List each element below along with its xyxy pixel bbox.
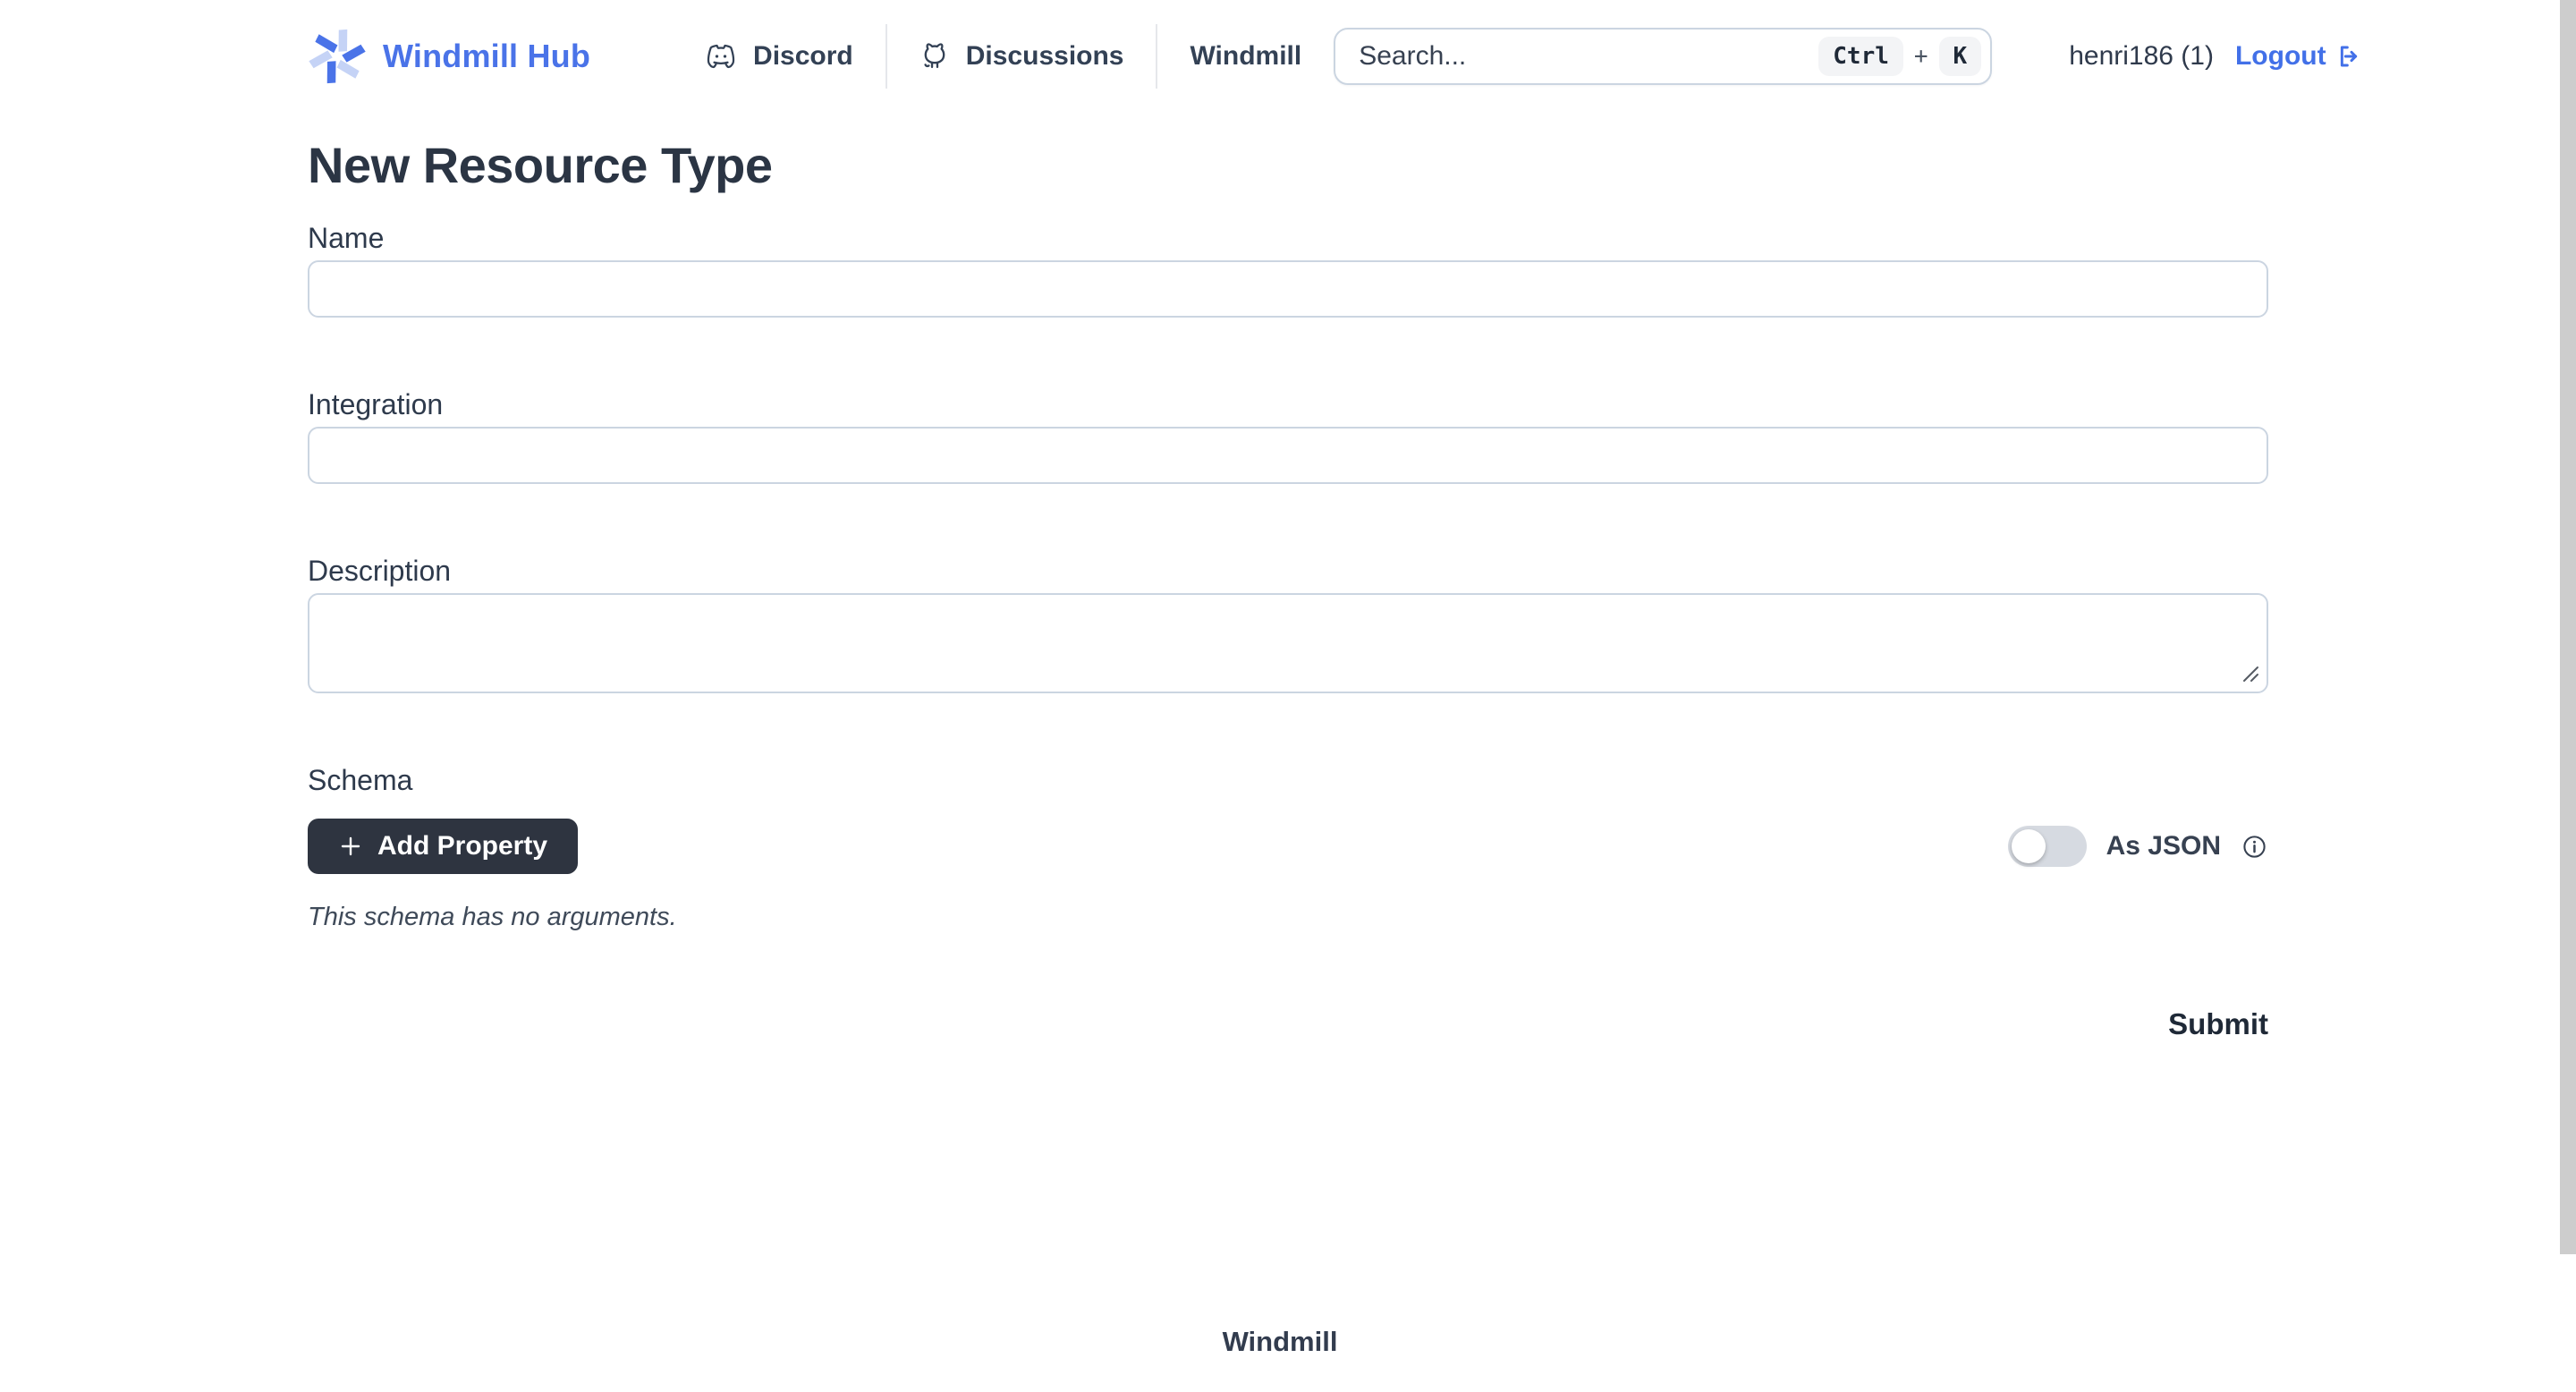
- top-navigation-bar: Windmill Hub Discord: [0, 0, 2576, 89]
- schema-toolbar-row: Add Property As JSON: [308, 819, 2268, 874]
- kbd-plus-separator: +: [1914, 43, 1928, 70]
- submit-row: Submit: [308, 1007, 2268, 1041]
- logout-label: Logout: [2235, 41, 2326, 72]
- plus-icon: [338, 834, 363, 859]
- nav-label-discord: Discord: [753, 41, 853, 72]
- integration-input[interactable]: [308, 427, 2268, 484]
- logout-link[interactable]: Logout: [2235, 41, 2364, 72]
- username: henri186 (1): [2069, 41, 2214, 72]
- as-json-group: As JSON: [2008, 826, 2268, 867]
- footer-windmill-link[interactable]: Windmill: [1223, 1326, 1338, 1357]
- description-label: Description: [308, 554, 2268, 588]
- integration-label: Integration: [308, 387, 2268, 421]
- brand-home-link[interactable]: Windmill Hub: [308, 27, 590, 86]
- windmill-logo-icon: [308, 27, 367, 86]
- page-footer: Windmill: [0, 1326, 2560, 1358]
- info-icon[interactable]: [2241, 833, 2268, 861]
- nav-label-windmill: Windmill: [1190, 41, 1301, 72]
- toggle-knob: [2012, 829, 2046, 863]
- search-input[interactable]: [1359, 41, 1818, 72]
- nav-item-discord[interactable]: Discord: [673, 24, 886, 89]
- add-property-button[interactable]: Add Property: [308, 819, 578, 874]
- name-label: Name: [308, 221, 2268, 255]
- name-input[interactable]: [308, 260, 2268, 318]
- description-textarea-wrap: [308, 593, 2268, 693]
- add-property-label: Add Property: [377, 831, 547, 862]
- logout-icon: [2335, 42, 2364, 71]
- as-json-label: As JSON: [2106, 831, 2221, 862]
- schema-empty-note: This schema has no arguments.: [308, 903, 2268, 932]
- main-nav: Discord Discussions Windmill: [673, 24, 1334, 89]
- page-title: New Resource Type: [308, 136, 2268, 194]
- header-right-group: Ctrl + K henri186 (1) Logout: [1334, 28, 2363, 85]
- user-group: henri186 (1) Logout: [2069, 41, 2363, 72]
- discussions-icon: [919, 41, 950, 72]
- kbd-k: K: [1939, 37, 1982, 76]
- kbd-ctrl: Ctrl: [1818, 37, 1903, 76]
- new-resource-type-form: New Resource Type Name Integration Descr…: [0, 136, 2268, 1041]
- description-textarea[interactable]: [308, 593, 2268, 693]
- nav-item-windmill[interactable]: Windmill: [1157, 24, 1334, 89]
- brand-name: Windmill Hub: [383, 38, 590, 75]
- schema-label: Schema: [308, 763, 2268, 797]
- nav-label-discussions: Discussions: [966, 41, 1124, 72]
- discord-icon: [705, 40, 737, 72]
- search-box[interactable]: Ctrl + K: [1334, 28, 1992, 85]
- as-json-toggle[interactable]: [2008, 826, 2087, 867]
- submit-button[interactable]: Submit: [2168, 1007, 2268, 1041]
- nav-item-discussions[interactable]: Discussions: [887, 24, 1157, 89]
- scrollbar-thumb[interactable]: [2560, 0, 2576, 1254]
